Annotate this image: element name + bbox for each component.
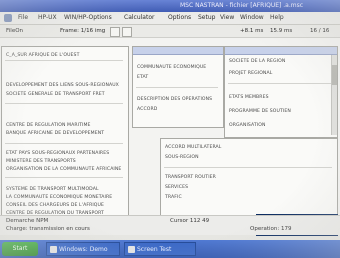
right-line: ETATS MEMBRES — [229, 95, 269, 100]
menu-item-setup[interactable]: Setup — [198, 12, 215, 24]
mid-line: ETAT — [137, 75, 149, 80]
mid-line: COMMUNAUTE ECONOMIQUE — [137, 65, 207, 70]
status-text-1: Demarche NPM — [6, 218, 49, 224]
middle-panel[interactable]: COMMUNAUTE ECONOMIQUE ETAT DESCRIPTION D… — [132, 46, 224, 128]
main-workspace: C_A_SUR AFRIQUE DE L'OUEST DEVELOPPEMENT… — [0, 38, 340, 236]
middle-panel-header[interactable] — [133, 47, 223, 55]
app-icon — [4, 14, 12, 22]
low-line: TRAFIC — [165, 195, 182, 200]
left-line: CONSEIL DES CHARGEURS DE L'AFRIQUE — [6, 203, 104, 208]
menu-item-hp-options[interactable]: WIN/HP-Options — [64, 12, 112, 24]
taskbar-button-screen-test[interactable]: Screen Test — [124, 242, 196, 256]
divider — [5, 177, 123, 178]
toolbar-button-right[interactable] — [122, 27, 132, 37]
toolbar-button-left[interactable] — [110, 27, 120, 37]
toolbar-value-2: 15.9 ms — [270, 28, 293, 34]
status-right-1: Cursor 112 49 — [170, 218, 210, 224]
toolbar: FileOn Frame: 1/16 img +8.1 ms 15.9 ms 1… — [0, 25, 340, 38]
menu-bar: File HP-UX WIN/HP-Options Calculator Opt… — [0, 12, 340, 25]
toolbar-file-label: FileOn — [6, 28, 24, 34]
low-line: TRANSPORT ROUTIER — [165, 175, 216, 180]
window-icon — [50, 246, 57, 253]
status-right-2: Operation: 179 — [250, 226, 292, 232]
scroll-thumb[interactable] — [332, 65, 337, 85]
start-button[interactable]: Start — [2, 242, 38, 256]
taskbar-button-demo[interactable]: Windows: Demo — [46, 242, 120, 256]
menu-item-calculator[interactable]: Calculator — [124, 12, 154, 24]
menu-item-file[interactable]: File — [18, 12, 28, 24]
right-line: PROGRAMME DE SOUTIEN — [229, 109, 291, 114]
divider — [5, 143, 123, 144]
left-line: ETAT PAYS SOUS-REGIONAUX PARTENAIRES — [6, 151, 110, 156]
status-text-2: Charge: transmission en cours — [6, 226, 90, 232]
mid-line: DESCRIPTION DES OPERATIONS — [137, 97, 213, 102]
left-line: DEVELOPPEMENT DES LIENS SOUS-REGIONAUX — [6, 83, 119, 88]
divider — [228, 83, 332, 84]
screen: MSC NASTRAN - fichier [AFRIQUE] .a.msc F… — [0, 0, 340, 258]
window-titlebar: MSC NASTRAN - fichier [AFRIQUE] .a.msc — [0, 0, 340, 12]
right-line: PROJET REGIONAL — [229, 71, 273, 76]
low-line: ACCORD MULTILATERAL — [165, 145, 222, 150]
left-line: BANQUE AFRICAINE DE DEVELOPPEMENT — [6, 131, 105, 136]
menu-item-window[interactable]: Window — [240, 12, 264, 24]
right-line: ORGANISATION — [229, 123, 266, 128]
left-line: C_A_SUR AFRIQUE DE L'OUEST — [6, 53, 80, 58]
right-panel[interactable]: SOCIETE DE LA REGION PROJET REGIONAL ETA… — [224, 46, 338, 138]
toolbar-value-3: 16 / 16 — [310, 28, 330, 34]
low-line: SERVICES — [165, 185, 189, 190]
taskbar: Start Windows: Demo Screen Test — [0, 240, 340, 258]
left-line: CENTRE DE REGULATION MARITIME — [6, 123, 91, 128]
right-scrollbar[interactable] — [331, 55, 337, 135]
menu-item-view[interactable]: View — [220, 12, 234, 24]
left-line: MINISTERE DES TRANSPORTS — [6, 159, 76, 164]
left-line: SYSTEME DE TRANSPORT MULTIMODAL — [6, 187, 99, 192]
left-line: ORGANISATION DE LA COMMUNAUTE AFRICAINE — [6, 167, 122, 172]
window-title: MSC NASTRAN - fichier [AFRIQUE] .a.msc — [180, 2, 304, 9]
left-line: LA COMMUNAUTE ECONOMIQUE MONETAIRE — [6, 195, 113, 200]
menu-item-hpux[interactable]: HP-UX — [38, 12, 57, 24]
toolbar-mode-label: Frame: 1/16 img — [60, 28, 106, 34]
left-line: SOCIETE GENERALE DE TRANSPORT FRET — [6, 92, 105, 97]
menu-item-options[interactable]: Options — [168, 12, 191, 24]
divider — [136, 87, 218, 88]
low-line: SOUS-REGION — [165, 155, 199, 160]
right-line: SOCIETE DE LA REGION — [229, 59, 286, 64]
window-icon — [128, 246, 135, 253]
mid-line: ACCORD — [137, 107, 158, 112]
right-panel-header[interactable] — [225, 47, 337, 55]
divider — [164, 167, 332, 168]
taskbar-button-label: Windows: Demo — [59, 246, 108, 253]
divider — [5, 103, 123, 104]
toolbar-value-1: +8.1 ms — [240, 28, 264, 34]
taskbar-button-label: Screen Test — [137, 246, 172, 253]
menu-item-help[interactable]: Help — [270, 12, 284, 24]
left-list-panel[interactable]: C_A_SUR AFRIQUE DE L'OUEST DEVELOPPEMENT… — [1, 46, 129, 225]
divider — [5, 60, 123, 61]
status-bar: Demarche NPM Charge: transmission en cou… — [0, 215, 340, 235]
